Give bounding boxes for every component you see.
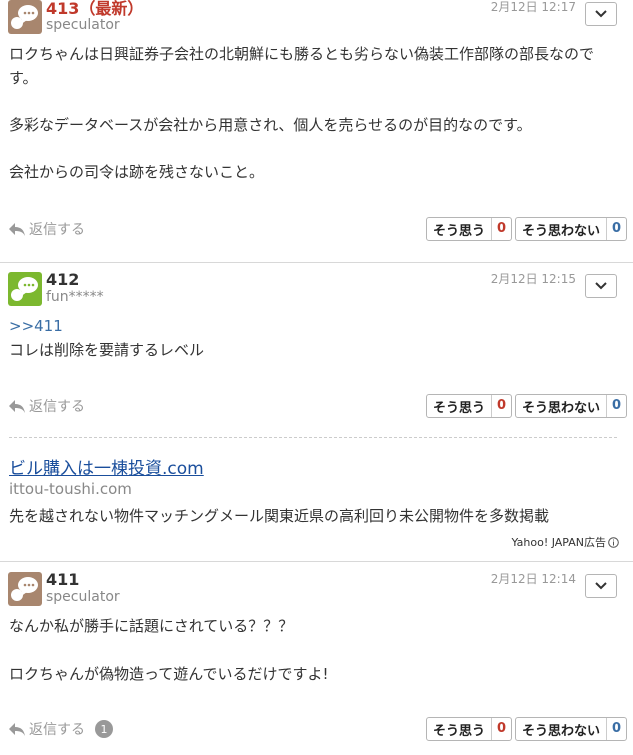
agree-button[interactable]: そう思う 0 [426, 717, 513, 741]
post-paragraph: なんか私が勝手に話題にされている？？？ [9, 617, 294, 635]
post-paragraph: 多彩なデータベースが会社から用意され、個人を売らせるのが目的なのです。 [9, 116, 532, 134]
post-412: 412 fun***** 2月12日 12:15 >>411 コレは削除を要請す… [0, 270, 633, 430]
post-body: >>411 コレは削除を要請するレベル [9, 314, 621, 362]
ad-label[interactable]: Yahoo! JAPAN広告 [511, 534, 619, 550]
post-date: 2月12日 12:17 [490, 0, 576, 14]
post-menu-button[interactable] [585, 574, 617, 598]
reply-arrow-icon [9, 399, 25, 413]
reply-reference-link[interactable]: >>411 [9, 314, 621, 338]
post-menu-button[interactable] [585, 274, 617, 298]
agree-button[interactable]: そう思う 0 [426, 217, 513, 241]
reply-arrow-icon [9, 722, 25, 736]
agree-count: 0 [491, 718, 511, 740]
post-number: 412 [46, 270, 80, 289]
post-date: 2月12日 12:14 [490, 572, 576, 586]
post-body: なんか私が勝手に話題にされている？？？ ロクちゃんが偽物造って遊んでいるだけです… [9, 614, 621, 686]
speech-bubble-avatar-icon [8, 0, 42, 34]
post-paragraph: コレは削除を要請するレベル [9, 341, 205, 359]
reply-button[interactable]: 返信する [9, 219, 85, 239]
disagree-count: 0 [606, 395, 626, 417]
info-icon [608, 536, 619, 548]
chevron-down-icon [595, 10, 607, 18]
user-avatar[interactable] [8, 272, 42, 306]
speech-bubble-avatar-icon [8, 272, 42, 306]
username[interactable]: speculator [46, 17, 120, 33]
disagree-count: 0 [606, 718, 626, 740]
post-body: ロクちゃんは日興証券子会社の北朝鮮にも勝るとも劣らない偽装工作部隊の部長なのです… [9, 42, 621, 184]
disagree-button[interactable]: そう思わない 0 [515, 717, 628, 741]
reply-button[interactable]: 返信する [9, 396, 85, 416]
speech-bubble-avatar-icon [8, 572, 42, 606]
user-avatar[interactable] [8, 0, 42, 34]
post-paragraph: 会社からの司令は跡を残さないこと。 [9, 163, 265, 181]
chevron-down-icon [595, 582, 607, 590]
disagree-button[interactable]: そう思わない 0 [515, 394, 628, 418]
agree-count: 0 [491, 395, 511, 417]
post-paragraph: ロクちゃんが偽物造って遊んでいるだけですよ! [9, 665, 329, 683]
agree-button[interactable]: そう思う 0 [426, 394, 513, 418]
ad-title-link[interactable]: ビル購入は一棟投資.com [9, 454, 204, 479]
post-menu-button[interactable] [585, 2, 617, 26]
disagree-button[interactable]: そう思わない 0 [515, 217, 628, 241]
post-divider [0, 561, 633, 562]
chevron-down-icon [595, 282, 607, 290]
username[interactable]: fun***** [46, 289, 104, 305]
disagree-count: 0 [606, 218, 626, 240]
post-number: 413（最新） [46, 0, 144, 18]
agree-count: 0 [491, 218, 511, 240]
reply-button[interactable]: 返信する 1 [9, 719, 113, 739]
ad-description[interactable]: 先を越されない物件マッチングメール関東近県の高利回り未公開物件を多数掲載 [9, 505, 549, 526]
post-paragraph: ロクちゃんは日興証券子会社の北朝鮮にも勝るとも劣らない偽装工作部隊の部長なのです… [9, 45, 595, 87]
ad-separator [9, 437, 617, 438]
post-date: 2月12日 12:15 [490, 272, 576, 286]
post-411: 411 speculator 2月12日 12:14 なんか私が勝手に話題にされ… [0, 570, 633, 755]
post-divider [0, 262, 633, 263]
ad-domain[interactable]: ittou-toushi.com [9, 480, 132, 498]
post-number: 411 [46, 570, 80, 589]
username[interactable]: speculator [46, 589, 120, 605]
reply-count-badge[interactable]: 1 [95, 720, 113, 738]
post-413: 413（最新） speculator 2月12日 12:17 ロクちゃんは日興証… [0, 0, 633, 262]
reply-arrow-icon [9, 222, 25, 236]
user-avatar[interactable] [8, 572, 42, 606]
